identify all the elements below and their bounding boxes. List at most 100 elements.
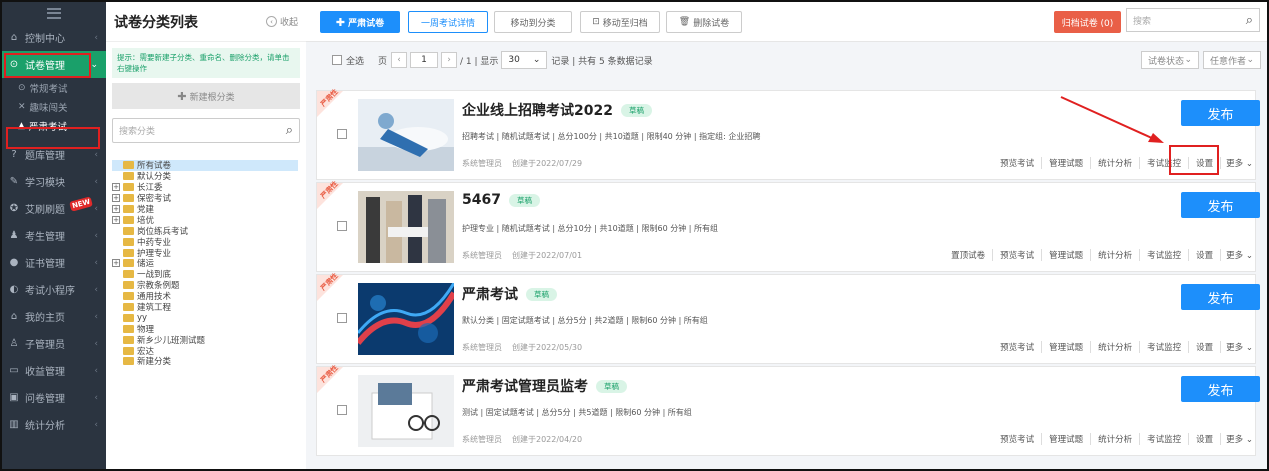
tree-node[interactable]: 所有试卷: [112, 160, 298, 171]
sidebar-subitem-label: 趣味闯关: [29, 102, 68, 114]
tree-node-label: 建筑工程: [137, 303, 172, 314]
sidebar-item-9[interactable]: ♙ 子管理员 ‹: [2, 330, 106, 357]
plus-icon: ✚: [177, 89, 187, 103]
sidebar-item-label: 问卷管理: [25, 394, 65, 405]
sidebar-item-8[interactable]: ⌂ 我的主页 ‹: [2, 303, 106, 330]
chevron-left-icon: ‹: [94, 176, 98, 187]
expand-icon[interactable]: +: [112, 183, 120, 192]
exam-management-highlight: [4, 53, 91, 78]
collapse-button[interactable]: ‹ 收起: [265, 15, 298, 28]
sidebar-item-10[interactable]: ▭ 收益管理 ‹: [2, 357, 106, 384]
sidebar-item-label: 考生管理: [25, 232, 65, 243]
expand-icon[interactable]: +: [112, 215, 120, 224]
subitem-icon: ⊙: [18, 82, 26, 93]
chevron-left-icon: ‹: [94, 338, 98, 349]
tree-node[interactable]: 一战到底: [112, 269, 298, 280]
search-icon[interactable]: ⌕: [286, 123, 293, 138]
graduation-cap-icon: ✎: [9, 176, 19, 187]
category-search-input[interactable]: 搜索分类 ⌕: [112, 118, 300, 143]
mini-program-icon: ◐: [9, 284, 19, 295]
subitem-icon: ✕: [18, 101, 26, 112]
category-header: 试卷分类列表 ‹ 收起: [106, 2, 306, 42]
sidebar-item-11[interactable]: ▣ 问卷管理 ‹: [2, 384, 106, 411]
stats-icon: ▥: [9, 419, 19, 430]
folder-icon: [123, 357, 134, 366]
tree-node[interactable]: + 保密考试: [112, 193, 298, 204]
expand-icon[interactable]: +: [112, 194, 120, 203]
folder-icon: [123, 183, 134, 192]
expand-icon[interactable]: +: [112, 205, 120, 213]
tree-node[interactable]: 护理专业: [112, 247, 298, 259]
income-icon: ▭: [9, 365, 19, 376]
tree-node[interactable]: yy: [112, 312, 298, 323]
new-root-category-button[interactable]: ✚ 新建根分类: [112, 83, 300, 109]
tree-node[interactable]: + 长江委: [112, 182, 298, 193]
sidebar-item-label: 艾刷刷题: [25, 205, 65, 216]
tree-node[interactable]: 新乡少儿班测试题: [112, 334, 298, 346]
chevron-left-icon: ‹: [94, 392, 98, 403]
survey-icon: ▣: [9, 392, 19, 403]
folder-icon: [123, 281, 134, 290]
house-icon: ⌂: [10, 311, 18, 322]
chevron-left-icon: ‹: [94, 257, 98, 268]
hamburger-icon[interactable]: [47, 7, 61, 19]
tree-node[interactable]: 建筑工程: [112, 302, 298, 313]
category-search-placeholder: 搜索分类: [119, 127, 156, 137]
category-title: 试卷分类列表: [114, 14, 198, 31]
folder-icon: [123, 161, 134, 170]
tree-node[interactable]: + 培优: [112, 214, 298, 226]
category-panel: 试卷分类列表 ‹ 收起 提示：需要新建子分类、重命名、删除分类，请单击右键操作 ✚…: [106, 0, 407, 471]
category-tree: 所有试卷 默认分类 + 长江委 + 保密考试 + 党建 + 培优 岗位练兵考试 中药专业 护理专业 + 储运…: [112, 160, 298, 367]
new-root-label: 新建根分类: [189, 92, 235, 103]
sidebar-item-label: 控制中心: [25, 34, 65, 45]
expand-icon[interactable]: +: [112, 259, 120, 268]
sidebar-subitem-0[interactable]: ⊙ 常规考试: [2, 78, 106, 97]
sidebar-item-12[interactable]: ▥ 统计分析 ‹: [2, 411, 106, 438]
chevron-left-icon: ‹: [94, 203, 98, 214]
sidebar-item-4[interactable]: ✪ 艾刷刷题 ‹ NEW: [2, 195, 106, 222]
tree-node[interactable]: 通用技术: [112, 291, 298, 302]
folder-icon: [123, 292, 134, 301]
folder-icon: [123, 248, 134, 257]
sidebar-item-0[interactable]: ⌂ 控制中心 ‹: [2, 24, 106, 51]
sidebar-item-label: 证书管理: [25, 259, 65, 270]
sidebar-item-label: 题库管理: [25, 151, 65, 162]
sidebar-item-7[interactable]: ◐ 考试小程序 ‹: [2, 276, 106, 303]
tree-node[interactable]: + 储运: [112, 258, 298, 269]
sidebar-item-5[interactable]: ♟ 考生管理 ‹: [2, 222, 106, 249]
home-icon: ⌂: [10, 32, 18, 43]
sidebar-item-label: 我的主页: [25, 313, 65, 324]
folder-icon: [123, 335, 134, 344]
tree-node[interactable]: 岗位练兵考试: [112, 225, 298, 237]
flame-icon: ✪: [9, 203, 19, 214]
tree-node[interactable]: 宗教条例题: [112, 280, 298, 291]
chevron-left-icon: ‹: [94, 284, 98, 295]
question-icon: ?: [11, 149, 17, 160]
tree-node[interactable]: + 党建: [112, 204, 298, 215]
folder-icon: [123, 226, 134, 235]
sidebar-item-label: 统计分析: [25, 421, 65, 432]
menu-toggle[interactable]: [2, 2, 106, 24]
folder-icon: [123, 172, 134, 181]
new-badge: NEW: [69, 196, 94, 212]
sidebar-subitem-1[interactable]: ✕ 趣味闯关: [2, 97, 106, 116]
tree-node-label: 新建分类: [137, 357, 172, 368]
main-area: ✚ 严肃试卷 一周考试详情 移动到分类 ⊡ 移动至归档 🗑 删除试卷 归档试卷 (0)…: [306, 0, 1269, 471]
folder-icon: [123, 194, 134, 203]
category-tip: 提示：需要新建子分类、重命名、删除分类，请单击右键操作: [112, 48, 300, 78]
tree-node[interactable]: 默认分类: [112, 171, 298, 182]
sidebar-item-6[interactable]: ● 证书管理 ‹: [2, 249, 106, 276]
tree-node[interactable]: 宏达: [112, 345, 298, 357]
tree-node[interactable]: 新建分类: [112, 356, 298, 367]
chevron-left-icon: ‹: [94, 32, 98, 43]
sidebar-item-label: 子管理员: [25, 340, 65, 351]
sidebar-item-label: 考试小程序: [25, 286, 75, 297]
folder-icon: [123, 324, 134, 333]
admin-icon: ♙: [9, 338, 19, 349]
annotation-arrow: [1060, 96, 1164, 143]
tree-node[interactable]: 中药专业: [112, 236, 298, 248]
tree-node[interactable]: 物理: [112, 323, 298, 335]
sidebar-item-3[interactable]: ✎ 学习模块 ‹: [2, 168, 106, 195]
chevron-left-icon: ⌄: [90, 59, 98, 70]
settings-highlight: [1169, 145, 1219, 175]
